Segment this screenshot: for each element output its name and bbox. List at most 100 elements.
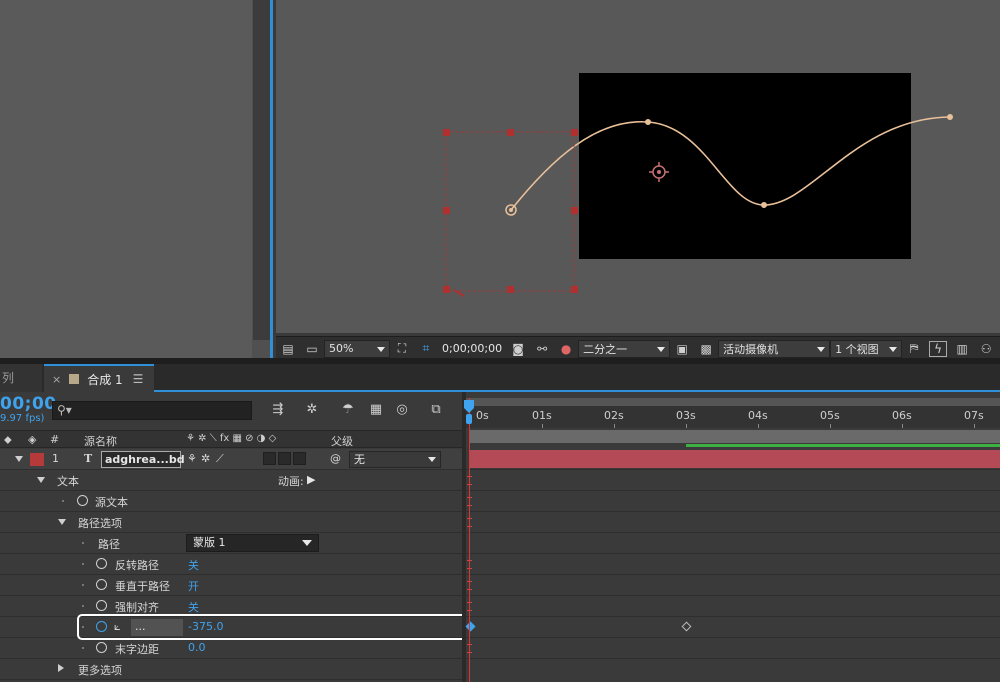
path-mask-value: 蒙版 1 — [193, 536, 226, 549]
stopwatch-icon[interactable] — [77, 495, 88, 506]
label-column-icon[interactable]: ⬥ — [4, 433, 12, 447]
expand-layer-icon[interactable] — [15, 456, 23, 462]
stopwatch-icon[interactable] — [96, 600, 107, 611]
property-reverse-path[interactable]: 反转路径 关 — [0, 554, 462, 575]
stopwatch-icon[interactable] — [96, 642, 107, 653]
layer-column-header: ⬥ ◈ # 源名称 ⚘ ✲ ⟍ fx ▦ ⊘ ◑ ◇ 父级 — [0, 430, 462, 448]
stopwatch-icon[interactable] — [96, 558, 107, 569]
layer-handle — [443, 207, 450, 214]
project-panel-scrollbar[interactable] — [253, 0, 270, 340]
source-text-label: 源文本 — [95, 496, 128, 509]
views-select[interactable]: 1 个视图 — [830, 339, 903, 358]
timeline-icon[interactable]: ▥ — [953, 341, 971, 357]
shy-layers-icon[interactable]: ☂ — [338, 402, 358, 418]
zoom-select[interactable]: 50% — [324, 339, 390, 358]
fit-frame-icon[interactable]: ⛶ — [393, 341, 411, 357]
playhead-line[interactable] — [469, 398, 470, 682]
row-line — [466, 511, 1000, 512]
playhead-handle-icon[interactable] — [463, 400, 475, 424]
animate-play-icon[interactable]: ▶ — [307, 473, 315, 486]
pickwhip-icon[interactable]: @ — [330, 452, 341, 465]
bullet — [82, 647, 84, 649]
property-group-more-options[interactable]: 更多选项 — [0, 659, 462, 680]
flowchart-icon[interactable]: ⚇ — [977, 341, 995, 357]
layer-handle — [443, 286, 450, 293]
layer-search-input[interactable]: ⚲▾ — [52, 401, 252, 420]
expand-icon[interactable] — [58, 664, 64, 672]
shy-switch-icon[interactable]: ⚘ — [187, 452, 197, 465]
force-align-value[interactable]: 关 — [188, 599, 199, 615]
viewer-timecode[interactable]: 0;00;00;00 — [438, 342, 506, 355]
panel-menu-icon[interactable]: ☰ — [133, 372, 144, 386]
composition-viewer[interactable] — [276, 0, 1000, 333]
layer-label-color[interactable] — [30, 453, 44, 466]
reverse-path-value[interactable]: 关 — [188, 557, 199, 573]
property-source-text[interactable]: 源文本 — [0, 491, 462, 512]
motion-blur-icon[interactable]: ◎ — [392, 402, 412, 418]
path-vertex — [645, 119, 651, 125]
comp-range-bar[interactable] — [470, 430, 1000, 443]
switch-box[interactable] — [278, 452, 291, 465]
perpendicular-value[interactable]: 开 — [188, 578, 199, 594]
force-align-label: 强制对齐 — [115, 601, 159, 614]
graph-editor-icon[interactable]: ⧉ — [426, 402, 446, 418]
expand-icon[interactable] — [58, 519, 66, 525]
property-group-text[interactable]: 文本 动画: ▶ — [0, 470, 462, 491]
project-panel — [0, 0, 270, 358]
comp-mini-flowchart-icon[interactable]: ⇶ — [268, 402, 288, 418]
last-margin-value[interactable]: 0.0 — [188, 641, 206, 654]
region-of-interest-icon[interactable]: ▣ — [673, 341, 691, 357]
stopwatch-icon[interactable] — [96, 579, 107, 590]
layer-index: 1 — [52, 452, 59, 465]
layer-handle — [571, 207, 578, 214]
resolution-select[interactable]: 二分之一 — [578, 339, 671, 358]
expand-icon[interactable] — [37, 477, 45, 483]
column-source-name[interactable]: 源名称 — [84, 433, 117, 449]
work-area-bar[interactable] — [466, 398, 1000, 406]
layer-row[interactable]: 1 T adghrea...bd ⚘ ✲ ⟋ @ 无 — [0, 449, 462, 470]
switch-box[interactable] — [263, 452, 276, 465]
timeline-tabbar: 列 × 合成 1 ☰ — [0, 364, 1000, 392]
close-icon[interactable]: × — [52, 373, 61, 386]
property-last-margin[interactable]: 末字边距 0.0 — [0, 638, 462, 659]
color-channels-icon[interactable]: ● — [557, 341, 575, 357]
ruler-tick — [974, 424, 975, 428]
row-line — [466, 490, 1000, 491]
annotation-highlight-box — [77, 614, 487, 640]
switch-box[interactable] — [293, 452, 306, 465]
show-snapshot-icon[interactable]: ⚯ — [533, 341, 551, 357]
toggle-pixel-aspect-icon[interactable]: ⛿ — [905, 341, 923, 357]
row-line — [466, 616, 1000, 617]
motion-path-overlay[interactable] — [276, 0, 1000, 333]
property-group-path-options[interactable]: 路径选项 — [0, 512, 462, 533]
mask-visibility-icon[interactable]: ⌗ — [417, 341, 435, 357]
tab-comp-1[interactable]: × 合成 1 ☰ — [44, 364, 154, 392]
bullet — [82, 584, 84, 586]
quality-slash-icon[interactable]: ⟋ — [216, 452, 224, 466]
camera-select[interactable]: 活动摄像机 — [718, 339, 831, 358]
snapshot-icon[interactable]: ◙ — [509, 341, 527, 357]
monitor-icon[interactable]: ▭ — [303, 341, 321, 357]
more-options-label: 更多选项 — [78, 664, 122, 677]
property-perpendicular-to-path[interactable]: 垂直于路径 开 — [0, 575, 462, 596]
transparency-grid-icon[interactable]: ▩ — [697, 341, 715, 357]
ruler-tick — [830, 424, 831, 428]
current-time-display[interactable]: 00;00 — [0, 394, 57, 414]
tag-icon[interactable]: ◈ — [28, 433, 36, 446]
animate-label[interactable]: 动画: — [278, 473, 304, 489]
panel-focus-edge — [270, 0, 273, 358]
layer-name[interactable]: adghrea...bd — [101, 451, 185, 468]
path-vertex — [761, 202, 767, 208]
tab-render-queue[interactable]: 列 — [0, 364, 42, 392]
property-path[interactable]: 路径 蒙版 1 — [0, 533, 462, 554]
draft-3d-icon[interactable]: ✲ — [302, 402, 322, 418]
layer-duration-bar[interactable] — [470, 450, 1000, 468]
path-mask-select[interactable]: 蒙版 1 — [186, 534, 319, 552]
always-preview-icon[interactable]: ▤ — [279, 341, 297, 357]
quality-switch-icon[interactable]: ✲ — [201, 452, 210, 465]
parent-select[interactable]: 无 — [349, 451, 441, 468]
ruler-tick — [758, 424, 759, 428]
frame-blending-icon[interactable]: ▦ — [366, 402, 386, 418]
ruler-label: 0s — [476, 409, 489, 422]
fast-preview-icon[interactable]: ϟ — [929, 340, 948, 357]
